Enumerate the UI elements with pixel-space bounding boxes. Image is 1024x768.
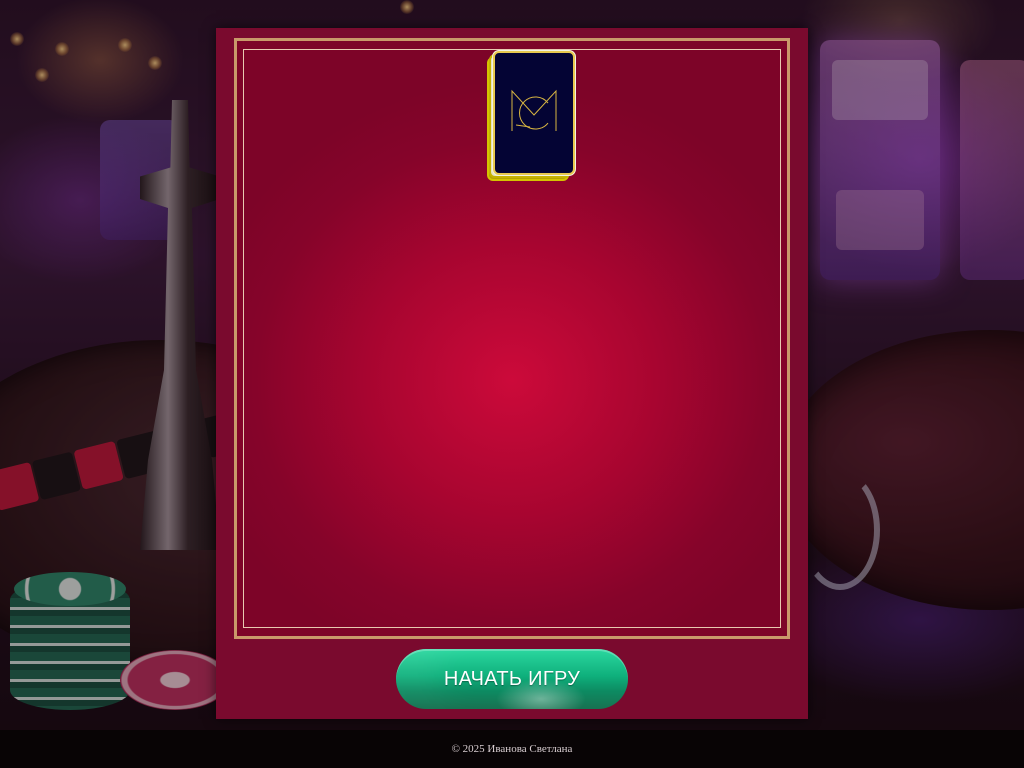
copyright-text: © 2025 Иванова Светлана bbox=[451, 743, 573, 755]
start-game-button[interactable]: НАЧАТЬ ИГРУ bbox=[396, 649, 628, 709]
card-back bbox=[493, 51, 575, 175]
deck-logo-icon bbox=[508, 85, 560, 142]
card-deck[interactable] bbox=[483, 51, 579, 181]
game-table bbox=[234, 38, 790, 639]
footer: © 2025 Иванова Светлана bbox=[0, 730, 1024, 768]
game-panel: НАЧАТЬ ИГРУ bbox=[216, 28, 808, 719]
